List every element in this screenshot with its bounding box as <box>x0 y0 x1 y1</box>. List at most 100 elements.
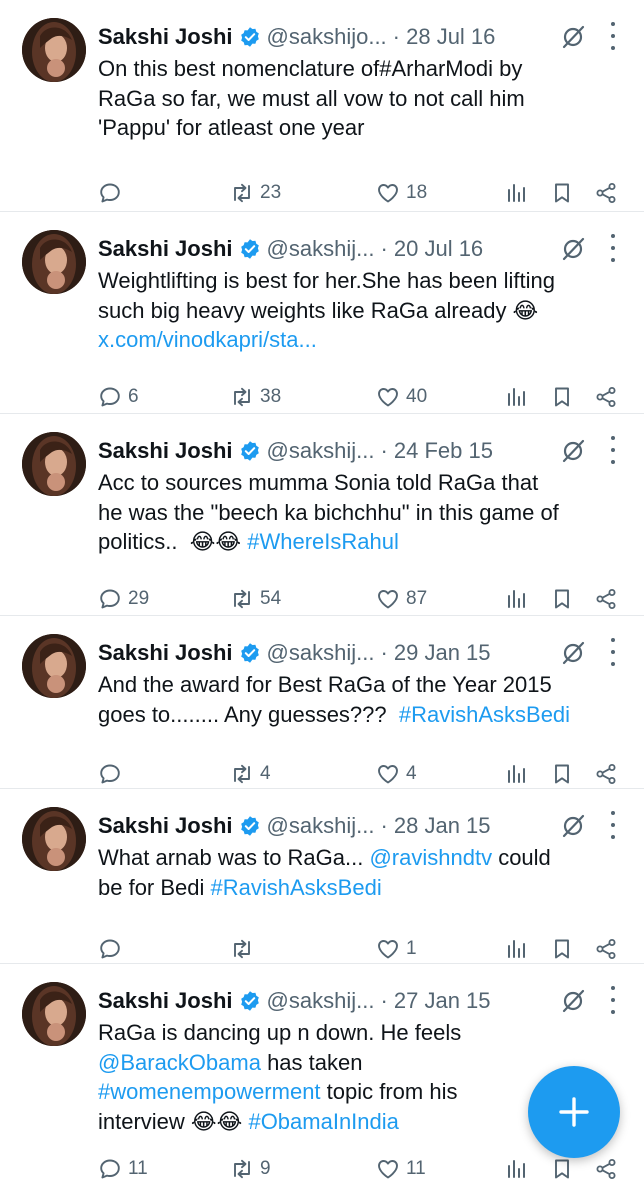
repost-icon <box>230 1157 254 1181</box>
reply-button[interactable] <box>98 178 128 208</box>
more-options-icon[interactable] <box>608 22 618 50</box>
tweet-text-segment: Weightlifting is best for her.She has be… <box>98 268 555 293</box>
reply-button[interactable]: 29 <box>98 584 149 614</box>
bookmark-button[interactable] <box>550 759 574 789</box>
author-name[interactable]: Sakshi Joshi <box>98 811 233 841</box>
like-button-count: 11 <box>406 1158 426 1179</box>
like-button[interactable]: 40 <box>376 382 427 412</box>
avatar[interactable] <box>22 432 86 496</box>
tweet-date[interactable]: · 24 Feb 15 <box>380 436 493 466</box>
bookmark-button[interactable] <box>550 1154 574 1184</box>
author-name[interactable]: Sakshi Joshi <box>98 234 233 264</box>
reply-button[interactable] <box>98 934 128 964</box>
grok-icon[interactable] <box>560 438 586 464</box>
bookmark-button[interactable] <box>550 584 574 614</box>
avatar[interactable] <box>22 982 86 1046</box>
share-button[interactable] <box>594 1154 618 1184</box>
tweet-text-line: politics.. 😂😂 #WhereIsRahul <box>98 527 622 557</box>
share-button[interactable] <box>594 934 618 964</box>
views-icon <box>504 762 528 786</box>
tweet[interactable]: Sakshi Joshi @sakshijo... · 28 Jul 16 On th… <box>0 0 644 212</box>
tweet-link[interactable]: #ObamaInIndia <box>248 1109 398 1134</box>
tweet[interactable]: Sakshi Joshi @sakshij... · 24 Feb 15 Acc to… <box>0 414 644 616</box>
views-button[interactable] <box>504 1154 528 1184</box>
avatar[interactable] <box>22 18 86 82</box>
tweet-date[interactable]: · 20 Jul 16 <box>380 234 483 264</box>
repost-button[interactable]: 54 <box>230 584 281 614</box>
views-button[interactable] <box>504 178 528 208</box>
tweet-date[interactable]: · 29 Jan 15 <box>380 638 490 668</box>
reply-icon <box>98 385 122 409</box>
more-options-icon[interactable] <box>608 436 618 464</box>
author-name[interactable]: Sakshi Joshi <box>98 638 233 668</box>
verified-badge-icon <box>239 815 261 837</box>
author-name[interactable]: Sakshi Joshi <box>98 436 233 466</box>
tweet-link[interactable]: #WhereIsRahul <box>247 529 399 554</box>
more-options-icon[interactable] <box>608 986 618 1014</box>
views-button[interactable] <box>504 382 528 412</box>
tweet-link[interactable]: #womenempowerment <box>98 1079 321 1104</box>
share-button[interactable] <box>594 178 618 208</box>
like-button[interactable]: 11 <box>376 1154 426 1184</box>
tweet-link[interactable]: #RavishAsksBedi <box>399 702 570 727</box>
tweet[interactable]: Sakshi Joshi @sakshij... · 28 Jan 15 What a… <box>0 789 644 964</box>
tweet-link[interactable]: @ravishndtv <box>369 845 492 870</box>
avatar[interactable] <box>22 230 86 294</box>
more-options-icon[interactable] <box>608 811 618 839</box>
like-button[interactable]: 4 <box>376 759 417 789</box>
author-name[interactable]: Sakshi Joshi <box>98 986 233 1016</box>
more-options-icon[interactable] <box>608 234 618 262</box>
heart-icon <box>376 1157 400 1181</box>
avatar[interactable] <box>22 634 86 698</box>
author-handle[interactable]: @sakshij... <box>267 436 375 466</box>
tweet-link[interactable]: @BarackObama <box>98 1050 261 1075</box>
like-button-count: 4 <box>406 763 417 784</box>
tweet[interactable]: Sakshi Joshi @sakshij... · 29 Jan 15 And th… <box>0 616 644 789</box>
tweet-date[interactable]: · 28 Jan 15 <box>380 811 490 841</box>
reply-button[interactable]: 11 <box>98 1154 148 1184</box>
like-button[interactable]: 87 <box>376 584 427 614</box>
tweet-link[interactable]: x.com/vinodkapri/sta... <box>98 327 317 352</box>
views-button[interactable] <box>504 934 528 964</box>
share-button[interactable] <box>594 382 618 412</box>
grok-icon[interactable] <box>560 640 586 666</box>
reply-button[interactable]: 6 <box>98 382 139 412</box>
share-button[interactable] <box>594 584 618 614</box>
author-handle[interactable]: @sakshij... <box>267 234 375 264</box>
like-button-count: 1 <box>406 938 417 959</box>
repost-button-count: 23 <box>260 182 282 203</box>
grok-icon[interactable] <box>560 988 586 1014</box>
grok-icon[interactable] <box>560 813 586 839</box>
bookmark-button[interactable] <box>550 178 574 208</box>
tweet-text-segment: topic from his <box>320 1079 458 1104</box>
tweet-date[interactable]: · 27 Jan 15 <box>380 986 490 1016</box>
tweet-link[interactable]: #RavishAsksBedi <box>211 875 382 900</box>
author-handle[interactable]: @sakshij... <box>267 638 375 668</box>
bookmark-button[interactable] <box>550 382 574 412</box>
like-button[interactable]: 18 <box>376 178 427 208</box>
share-button[interactable] <box>594 759 618 789</box>
repost-button[interactable]: 23 <box>230 178 281 208</box>
compose-button[interactable] <box>528 1066 620 1158</box>
repost-button[interactable]: 4 <box>230 759 271 789</box>
reply-button[interactable] <box>98 759 128 789</box>
grok-icon[interactable] <box>560 236 586 262</box>
avatar[interactable] <box>22 807 86 871</box>
author-handle[interactable]: @sakshij... <box>267 986 375 1016</box>
like-button[interactable]: 1 <box>376 934 417 964</box>
repost-button[interactable] <box>230 934 260 964</box>
repost-icon <box>230 181 254 205</box>
tweet[interactable]: Sakshi Joshi @sakshij... · 20 Jul 16 Weight… <box>0 212 644 414</box>
repost-button[interactable]: 38 <box>230 382 281 412</box>
author-name[interactable]: Sakshi Joshi <box>98 22 233 52</box>
author-handle[interactable]: @sakshijo... <box>267 22 387 52</box>
bookmark-button[interactable] <box>550 934 574 964</box>
views-button[interactable] <box>504 759 528 789</box>
author-handle[interactable]: @sakshij... <box>267 811 375 841</box>
repost-button[interactable]: 9 <box>230 1154 271 1184</box>
grok-icon[interactable] <box>560 24 586 50</box>
more-options-icon[interactable] <box>608 638 618 666</box>
views-button[interactable] <box>504 584 528 614</box>
tweet-text-segment: politics.. 😂😂 <box>98 529 248 554</box>
tweet-date[interactable]: · 28 Jul 16 <box>393 22 496 52</box>
